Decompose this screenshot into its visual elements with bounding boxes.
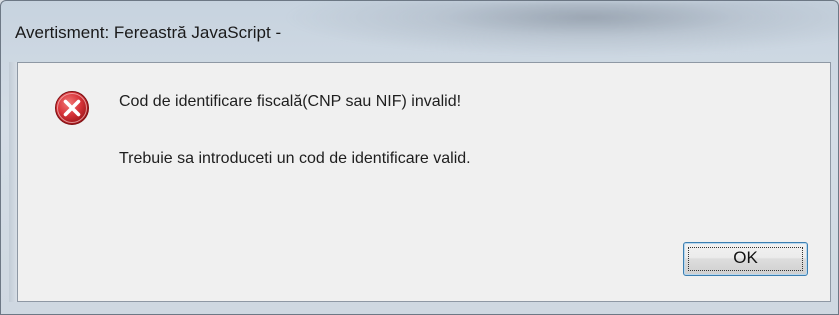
error-message-secondary: Trebuie sa introduceti un cod de identif… (119, 150, 471, 167)
error-message-primary: Cod de identificare fiscală(CNP sau NIF)… (119, 93, 462, 110)
error-icon (55, 91, 89, 125)
window-title: Avertisment: Fereastră JavaScript - (15, 23, 282, 42)
ok-button-label: OK (733, 248, 758, 267)
window-left-border (9, 62, 17, 302)
dialog-window: Avertisment: Fereastră JavaScript - Cod … (0, 0, 839, 315)
ok-button[interactable]: OK (683, 242, 808, 276)
titlebar-background-blur (281, 1, 839, 56)
dialog-client-area: Cod de identificare fiscală(CNP sau NIF)… (17, 62, 831, 302)
